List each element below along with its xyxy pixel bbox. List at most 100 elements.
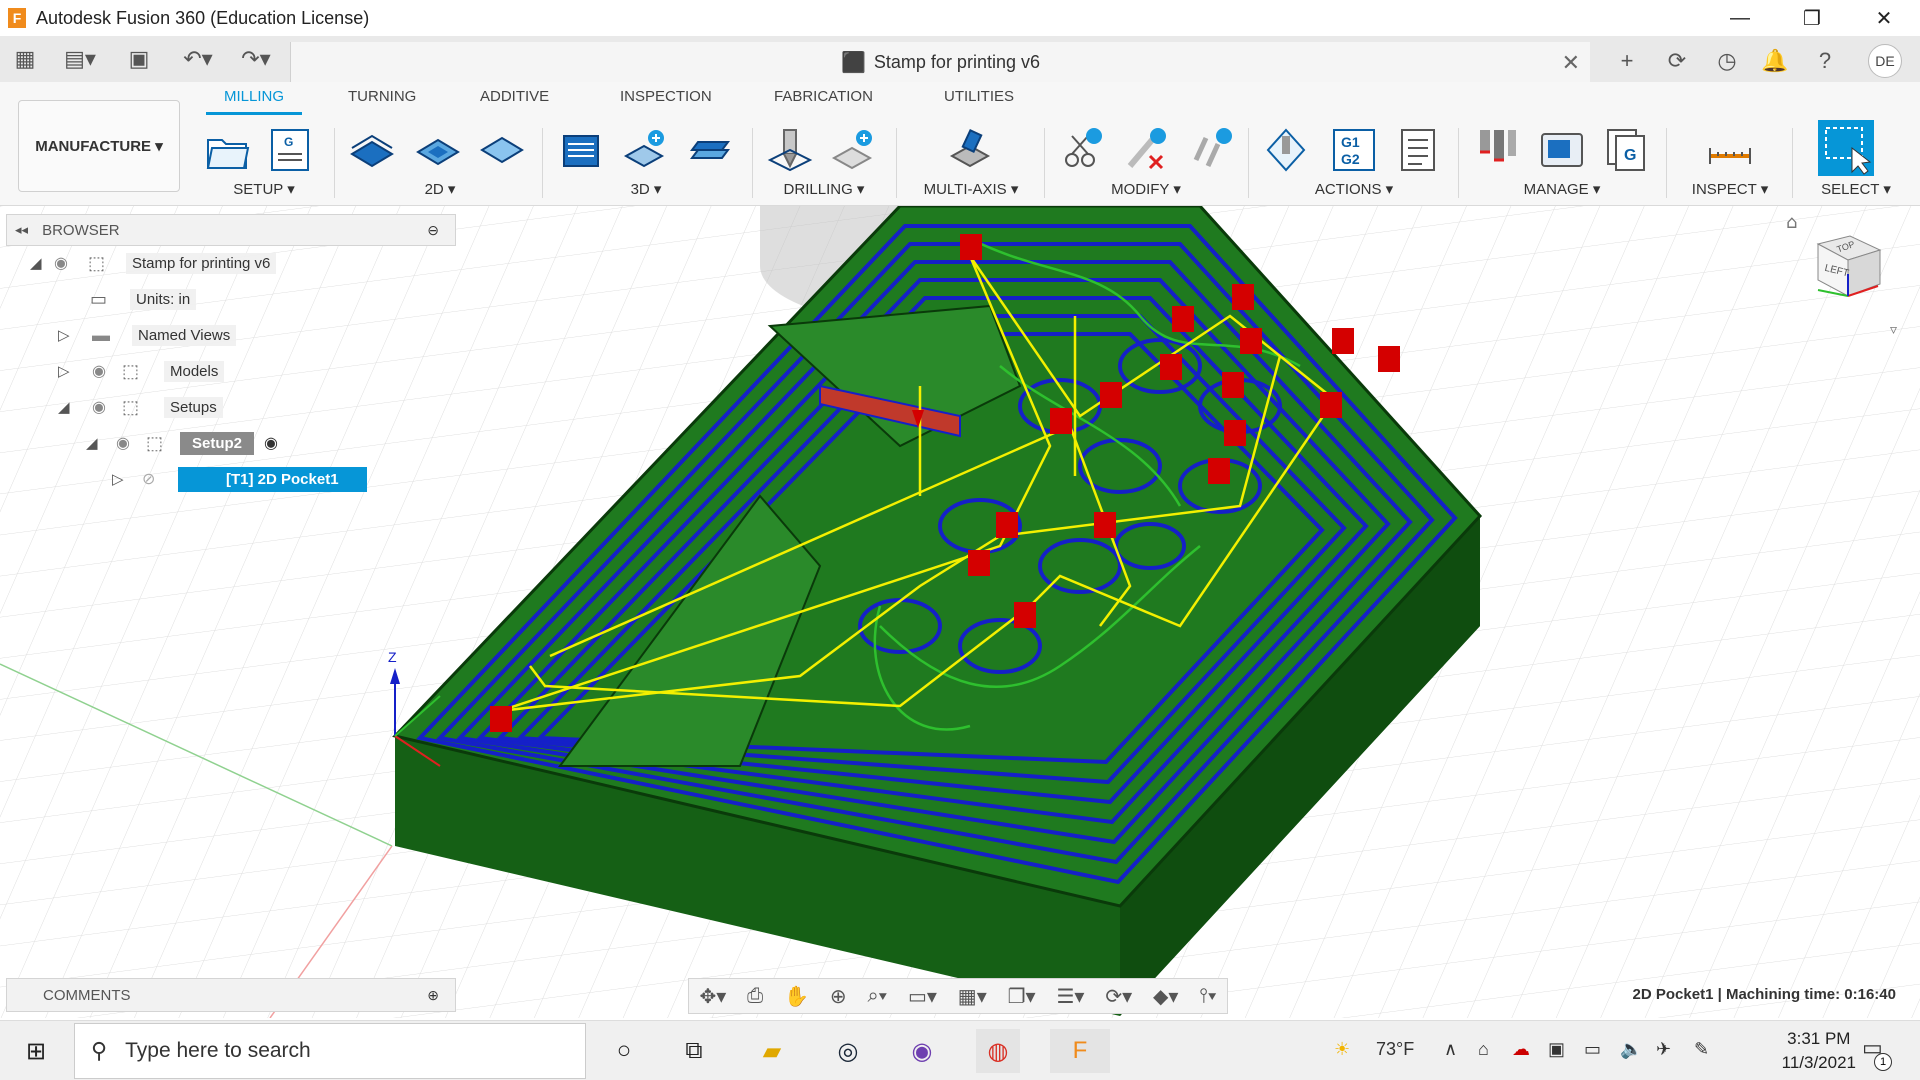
restore-button[interactable]: ❐ bbox=[1776, 0, 1848, 36]
visibility-eye-icon[interactable]: ◉ bbox=[92, 361, 122, 381]
tree-row-named-views[interactable]: ▷ ▬ Named Views bbox=[58, 320, 237, 350]
tray-overflow-icon[interactable]: ∧ bbox=[1444, 1039, 1457, 1060]
network-icon[interactable]: ✈ bbox=[1656, 1039, 1671, 1060]
close-tab-button[interactable]: ✕ bbox=[1562, 50, 1580, 76]
3d-pocket-icon[interactable] bbox=[622, 126, 670, 174]
user-avatar[interactable]: DE bbox=[1868, 44, 1902, 78]
tab-utilities[interactable]: UTILITIES bbox=[944, 88, 1014, 105]
visibility-eye-icon[interactable]: ◉ bbox=[54, 253, 88, 273]
browser-options-icon[interactable]: ⊖ bbox=[427, 222, 439, 239]
modify-group-label[interactable]: MODIFY ▾ bbox=[1048, 180, 1244, 198]
select-group-label[interactable]: SELECT ▾ bbox=[1796, 180, 1916, 198]
refresh-icon[interactable]: ⟳▾ bbox=[1105, 984, 1132, 1009]
expand-arrow-icon[interactable]: ◢ bbox=[58, 398, 92, 416]
drill-icon[interactable] bbox=[766, 126, 814, 174]
volume-icon[interactable]: 🔈 bbox=[1620, 1039, 1642, 1060]
undo-icon[interactable]: ↶▾ bbox=[176, 44, 220, 74]
post-library-icon[interactable]: G bbox=[1602, 126, 1650, 174]
tree-row-units[interactable]: ▭ Units: in bbox=[90, 284, 197, 314]
display-settings-icon[interactable]: ▭▾ bbox=[908, 984, 937, 1009]
actions-group-label[interactable]: ACTIONS ▾ bbox=[1254, 180, 1454, 198]
expand-arrow-icon[interactable]: ▷ bbox=[58, 362, 92, 380]
cut-icon[interactable] bbox=[1058, 126, 1106, 174]
hole-recognition-icon[interactable] bbox=[830, 126, 878, 174]
expand-arrow-icon[interactable]: ▷ bbox=[58, 326, 92, 344]
cortana-icon[interactable]: ○ bbox=[602, 1029, 646, 1073]
tree-row-document[interactable]: ◢ ◉ ⬚ Stamp for printing v6 bbox=[30, 248, 277, 278]
display-mode-icon[interactable]: ◆▾ bbox=[1153, 984, 1178, 1009]
post-process-icon[interactable]: G1 G2 bbox=[1330, 126, 1378, 174]
viewcube-menu-icon[interactable]: ▿ bbox=[1890, 322, 1897, 338]
comments-panel[interactable]: COMMENTS ⊕ bbox=[6, 978, 456, 1012]
document-tab[interactable]: ⬛ Stamp for printing v6 ✕ bbox=[290, 42, 1590, 82]
pattern-icon[interactable] bbox=[1186, 126, 1234, 174]
notifications-icon[interactable]: 🔔 bbox=[1758, 44, 1792, 78]
fit-icon[interactable]: ⌕▾ bbox=[867, 985, 887, 1008]
multi-axis-group-label[interactable]: MULTI-AXIS ▾ bbox=[900, 180, 1042, 198]
tab-milling[interactable]: MILLING bbox=[224, 88, 284, 105]
file-explorer-icon[interactable]: ▰ bbox=[750, 1029, 794, 1073]
app-grid-icon[interactable]: ▦ bbox=[10, 44, 40, 74]
workspace-switcher[interactable]: MANUFACTURE ▾ bbox=[18, 100, 180, 192]
tree-row-2d-pocket[interactable]: ▷ ⊘ [T1] 2D Pocket1 bbox=[112, 464, 367, 494]
3d-group-label[interactable]: 3D ▾ bbox=[548, 180, 744, 198]
active-setup-icon[interactable]: ◉ bbox=[264, 433, 278, 453]
visibility-eye-icon[interactable]: ◉ bbox=[92, 397, 122, 417]
setup-group-label[interactable]: SETUP ▾ bbox=[196, 180, 332, 198]
select-icon[interactable] bbox=[1816, 118, 1876, 178]
chrome-icon[interactable]: ◍ bbox=[976, 1029, 1020, 1073]
setup-folder-icon[interactable] bbox=[204, 126, 252, 174]
help-icon[interactable]: ? bbox=[1808, 44, 1842, 78]
zoom-icon[interactable]: ⊕ bbox=[830, 984, 847, 1009]
pen-icon[interactable]: ✎ bbox=[1694, 1039, 1709, 1060]
multi-axis-icon[interactable] bbox=[946, 126, 994, 174]
tool-library-icon[interactable] bbox=[1474, 126, 1522, 174]
collapse-browser-icon[interactable]: ◂◂ bbox=[15, 222, 28, 238]
inspect-group-label[interactable]: INSPECT ▾ bbox=[1672, 180, 1788, 198]
fusion-360-taskbar-icon[interactable]: F bbox=[1050, 1029, 1110, 1073]
hidden-eye-icon[interactable]: ⊘ bbox=[142, 469, 178, 489]
windows-start-icon[interactable]: ⊞ bbox=[14, 1029, 58, 1073]
weather-icon[interactable]: ☀ bbox=[1334, 1039, 1350, 1060]
visibility-eye-icon[interactable]: ◉ bbox=[116, 433, 146, 453]
task-view-icon[interactable]: ⧉ bbox=[672, 1029, 716, 1073]
stock-display-icon[interactable]: ☰▾ bbox=[1056, 984, 1084, 1009]
tab-turning[interactable]: TURNING bbox=[348, 88, 416, 105]
2d-adaptive-icon[interactable] bbox=[348, 126, 396, 174]
viewports-icon[interactable]: ❐▾ bbox=[1008, 984, 1036, 1009]
tree-row-setup2[interactable]: ◢ ◉ ⬚ Setup2 ◉ bbox=[86, 428, 278, 458]
measure-icon[interactable] bbox=[1706, 126, 1754, 174]
add-comment-icon[interactable]: ⊕ bbox=[427, 987, 439, 1004]
grid-settings-icon[interactable]: ▦▾ bbox=[958, 984, 987, 1009]
taskbar-search[interactable]: ⚲ Type here to search bbox=[74, 1023, 586, 1079]
file-menu-icon[interactable]: ▤▾ bbox=[58, 44, 102, 74]
onedrive-icon[interactable]: ☁ bbox=[1512, 1039, 1530, 1060]
face-icon[interactable] bbox=[478, 126, 526, 174]
tray-display-icon[interactable]: ▣ bbox=[1548, 1039, 1565, 1060]
close-window-button[interactable]: ✕ bbox=[1848, 0, 1920, 36]
github-desktop-icon[interactable]: ◉ bbox=[900, 1029, 944, 1073]
drilling-group-label[interactable]: DRILLING ▾ bbox=[756, 180, 892, 198]
home-view-icon[interactable]: ⌂ bbox=[1786, 212, 1797, 233]
3d-adaptive-icon[interactable] bbox=[558, 126, 606, 174]
setup-sheet-icon[interactable] bbox=[1394, 126, 1442, 174]
2d-group-label[interactable]: 2D ▾ bbox=[340, 180, 540, 198]
battery-icon[interactable]: ▭ bbox=[1584, 1039, 1601, 1060]
taskbar-clock[interactable]: 3:31 PM 11/3/2021 bbox=[1782, 1027, 1856, 1075]
new-tab-icon[interactable]: + bbox=[1610, 44, 1644, 78]
delete-icon[interactable] bbox=[1122, 126, 1170, 174]
pan-icon[interactable]: ✋ bbox=[784, 984, 809, 1009]
online-status-icon[interactable]: ⟳ bbox=[1660, 44, 1694, 78]
manage-group-label[interactable]: MANAGE ▾ bbox=[1462, 180, 1662, 198]
look-at-icon[interactable]: ⎙ bbox=[747, 985, 763, 1008]
tool-display-icon[interactable]: ⫯▾ bbox=[1199, 985, 1216, 1008]
3d-parallel-icon[interactable] bbox=[686, 126, 734, 174]
redo-icon[interactable]: ↷▾ bbox=[234, 44, 278, 74]
browser-panel-header[interactable]: ◂◂ BROWSER ⊖ bbox=[6, 214, 456, 246]
machine-library-icon[interactable] bbox=[1538, 126, 1586, 174]
tree-row-models[interactable]: ▷ ◉ ⬚ Models bbox=[58, 356, 225, 386]
expand-arrow-icon[interactable]: ◢ bbox=[30, 254, 54, 272]
job-status-icon[interactable]: ◷ bbox=[1710, 44, 1744, 78]
nc-program-icon[interactable]: G bbox=[266, 126, 314, 174]
steam-icon[interactable]: ◎ bbox=[826, 1029, 870, 1073]
